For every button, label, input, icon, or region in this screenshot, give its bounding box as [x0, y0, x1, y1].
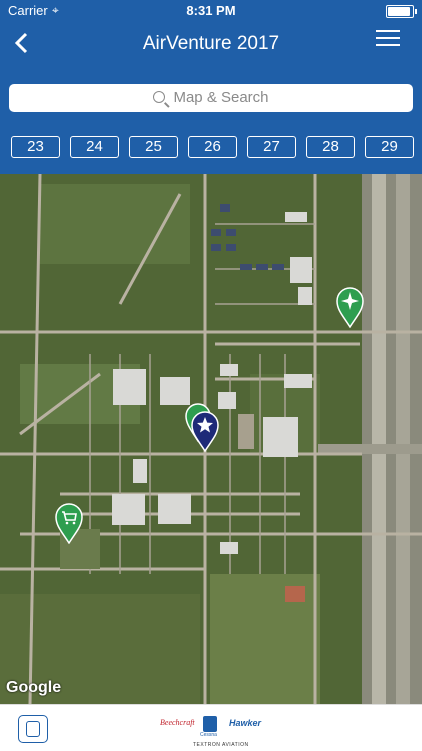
sponsor-logo: Beechcraft Cessna Hawker TEXTRON AVIATIO… [155, 711, 267, 748]
cessna-logo-text: Cessna [200, 732, 217, 738]
settings-icon [26, 721, 40, 737]
day-button-29[interactable]: 29 [365, 136, 414, 158]
navigation-bar: AirVenture 2017 [0, 22, 422, 66]
day-button-27[interactable]: 27 [247, 136, 296, 158]
day-selector: 23 24 25 26 27 28 29 [11, 136, 414, 158]
google-attribution: Google [6, 679, 62, 696]
settings-button[interactable] [18, 715, 48, 743]
status-bar: Carrier ⌖ 8:31 PM [0, 0, 422, 22]
day-button-28[interactable]: 28 [306, 136, 355, 158]
propeller-pin[interactable] [335, 286, 365, 328]
battery-icon [386, 5, 417, 18]
search-header: Map & Search 23 24 25 26 27 28 29 [0, 66, 422, 174]
search-placeholder: Map & Search [173, 89, 269, 106]
hamburger-menu-icon [376, 30, 400, 32]
cessna-logo-icon [203, 716, 217, 732]
textron-logo-text: TEXTRON AVIATION [193, 742, 249, 748]
shopping-cart-pin[interactable] [54, 502, 84, 544]
search-input[interactable]: Map & Search [9, 84, 413, 112]
status-time: 8:31 PM [186, 3, 236, 18]
footer-bar: Beechcraft Cessna Hawker TEXTRON AVIATIO… [0, 704, 422, 751]
search-icon [153, 91, 166, 103]
day-button-24[interactable]: 24 [70, 136, 119, 158]
day-button-26[interactable]: 26 [188, 136, 237, 158]
satellite-map[interactable]: Google [0, 174, 422, 704]
menu-button[interactable] [376, 30, 400, 54]
page-title: AirVenture 2017 [142, 33, 280, 54]
star-pin[interactable] [190, 410, 220, 452]
hawker-logo-text: Hawker [229, 718, 262, 728]
beechcraft-logo-text: Beechcraft [160, 718, 195, 727]
day-button-23[interactable]: 23 [11, 136, 60, 158]
day-button-25[interactable]: 25 [129, 136, 178, 158]
